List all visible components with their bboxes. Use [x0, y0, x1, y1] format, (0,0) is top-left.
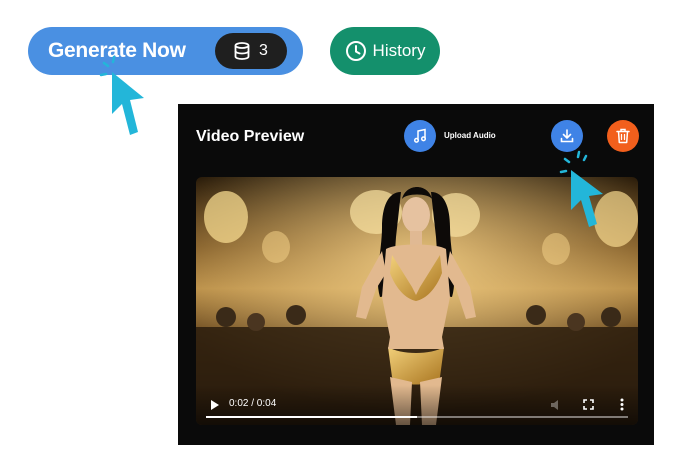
- delete-button[interactable]: [607, 120, 639, 152]
- music-note-icon: [413, 128, 427, 143]
- more-options-icon[interactable]: [620, 398, 624, 411]
- video-time: 0:02 / 0:04: [229, 398, 277, 409]
- video-controls: 0:02 / 0:04: [196, 385, 638, 425]
- pointer-cursor-icon: [112, 72, 144, 135]
- progress-bar[interactable]: [206, 416, 628, 418]
- panel-title: Video Preview: [196, 128, 305, 145]
- fullscreen-icon[interactable]: [583, 399, 594, 410]
- upload-audio-label[interactable]: Upload Audio: [444, 131, 496, 140]
- history-button[interactable]: History: [330, 27, 440, 75]
- upload-audio-button[interactable]: [404, 120, 436, 152]
- pointer-cursor-icon: [571, 170, 603, 227]
- download-button[interactable]: [551, 120, 583, 152]
- history-label: History: [372, 41, 426, 60]
- generate-now-button[interactable]: Generate Now 3: [28, 27, 303, 75]
- clock-icon: [345, 41, 366, 61]
- download-icon: [560, 129, 574, 143]
- credits-count: 3: [259, 42, 268, 59]
- credits-badge: 3: [215, 33, 287, 69]
- volume-icon[interactable]: [550, 398, 562, 412]
- trash-icon: [616, 128, 630, 144]
- progress-fill: [206, 416, 417, 418]
- database-icon: [234, 42, 250, 60]
- play-icon[interactable]: [210, 399, 220, 411]
